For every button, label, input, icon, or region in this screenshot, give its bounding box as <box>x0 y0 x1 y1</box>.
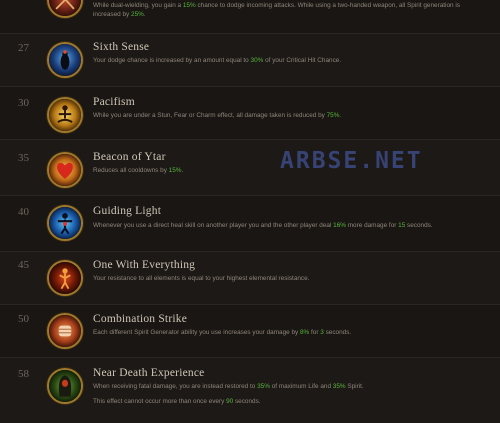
hooded-figure-icon <box>47 368 83 404</box>
passive-row-partial: While dual-wielding, you gain a 15% chan… <box>0 0 500 34</box>
passive-name: Guiding Light <box>93 205 162 217</box>
passive-skills-list: While dual-wielding, you gain a 15% chan… <box>0 0 500 423</box>
passive-description: Whenever you use a direct heal skill on … <box>93 222 433 229</box>
passive-description: Your dodge chance is increased by an amo… <box>93 57 342 64</box>
passive-level: 45 <box>18 259 29 271</box>
passive-description-extra: This effect cannot occur more than once … <box>93 398 261 405</box>
passive-name: Combination Strike <box>93 313 187 325</box>
passive-row[interactable]: 58 Near Death Experience When receiving … <box>0 358 500 423</box>
eye-icon <box>47 42 83 78</box>
passive-name: Pacifism <box>93 96 135 108</box>
passive-level: 30 <box>18 97 29 109</box>
passive-row[interactable]: 30 Pacifism While you are under a Stun, … <box>0 87 500 140</box>
passive-row[interactable]: 45 One With Everything Your resistance t… <box>0 252 500 305</box>
passive-description: While you are under a Stun, Fear or Char… <box>93 112 342 119</box>
passive-level: 40 <box>18 206 29 218</box>
passive-description: When receiving fatal damage, you are ins… <box>93 383 364 390</box>
passive-description: Your resistance to all elements is equal… <box>93 275 310 282</box>
passive-row[interactable]: 50 Combination Strike Each different Spi… <box>0 305 500 358</box>
passive-level: 27 <box>18 42 29 54</box>
watermark-text: ARBSE.NET <box>280 148 423 174</box>
crossed-blades-icon <box>47 0 83 18</box>
red-figure-icon <box>47 260 83 296</box>
passive-level: 35 <box>18 152 29 164</box>
passive-row[interactable]: 35 Beacon of Ytar Reduces all cooldowns … <box>0 140 500 196</box>
fist-icon <box>47 313 83 349</box>
passive-name: Sixth Sense <box>93 41 150 53</box>
passive-level: 58 <box>18 368 29 380</box>
passive-level: 50 <box>18 313 29 325</box>
meditating-monk-icon <box>47 97 83 133</box>
glowing-figure-icon <box>47 205 83 241</box>
passive-row[interactable]: 40 Guiding Light Whenever you use a dire… <box>0 196 500 252</box>
passive-name: One With Everything <box>93 259 196 271</box>
passive-description: While dual-wielding, you gain a 15% chan… <box>93 2 460 18</box>
passive-name: Near Death Experience <box>93 367 205 379</box>
passive-description: Each different Spirit Generator ability … <box>93 329 352 336</box>
passive-row[interactable]: 27 Sixth Sense Your dodge chance is incr… <box>0 34 500 87</box>
heart-icon <box>47 152 83 188</box>
passive-name: Beacon of Ytar <box>93 151 166 163</box>
